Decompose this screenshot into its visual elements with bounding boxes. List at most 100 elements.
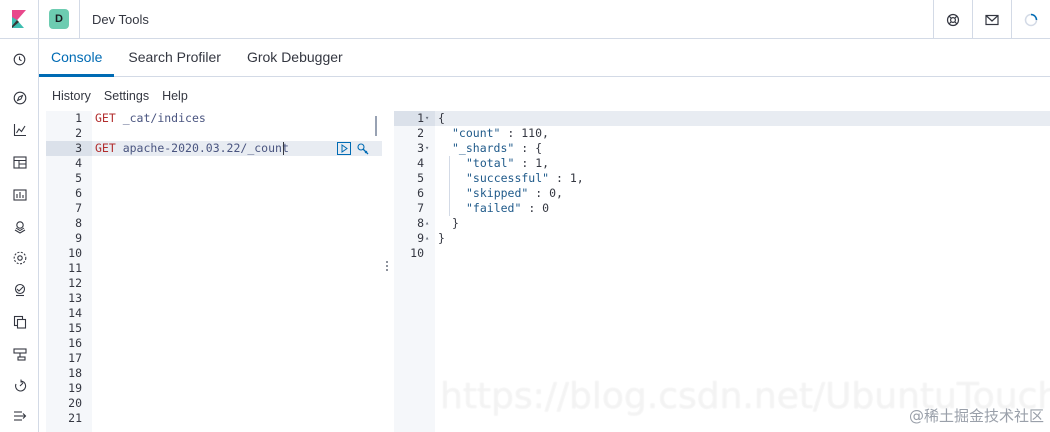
request-path: apache-2020.03.22/_count — [115, 141, 289, 155]
output-line: } — [452, 216, 459, 230]
send-request-button[interactable] — [335, 141, 352, 156]
line-number: 12 — [68, 276, 82, 290]
help-link[interactable]: Help — [162, 89, 188, 103]
output-line-number: 6 — [417, 186, 424, 200]
console-menu: History Settings Help — [52, 89, 188, 103]
fold-toggle-icon[interactable]: ▾ — [425, 141, 433, 156]
output-line: "skipped" : 0, — [466, 186, 563, 201]
editor-scrollbar[interactable] — [375, 116, 377, 136]
output-line-number: 4 — [417, 156, 424, 170]
output-line-number: 1 — [417, 111, 424, 125]
indent-guide — [449, 156, 450, 216]
line-number: 15 — [68, 321, 82, 335]
output-line: "_shards" : { — [452, 141, 542, 156]
line-number: 18 — [68, 366, 82, 380]
request-actions — [335, 141, 371, 156]
line-number: 5 — [75, 171, 82, 185]
infra-icon — [14, 283, 25, 297]
output-line: { — [438, 111, 445, 125]
line-number: 4 — [75, 156, 82, 170]
request-line-1[interactable]: GET _cat/indices — [95, 111, 206, 126]
nav-collapse[interactable] — [0, 405, 39, 427]
pane-resizer[interactable] — [382, 111, 394, 432]
nav-logs[interactable] — [0, 311, 39, 333]
header-divider — [79, 0, 80, 39]
request-line-3[interactable]: GET apache-2020.03.22/_count — [95, 141, 289, 156]
json-value: : 0 — [521, 201, 550, 215]
json-key: "count" — [452, 126, 501, 140]
tab-grok-debugger[interactable]: Grok Debugger — [235, 38, 355, 76]
request-path: _cat/indices — [115, 111, 206, 125]
line-number: 2 — [75, 126, 82, 140]
wrench-icon — [356, 142, 368, 154]
output-line-number: 10 — [410, 246, 424, 260]
uptime-icon — [12, 347, 27, 361]
output-active-line — [394, 111, 1050, 126]
help-button[interactable] — [933, 0, 972, 39]
line-number: 16 — [68, 336, 82, 350]
tab-console[interactable]: Console — [39, 38, 115, 77]
output-line: "successful" : 1, — [466, 171, 584, 186]
ml-icon — [13, 251, 26, 265]
nav-dashboard[interactable] — [0, 151, 39, 173]
dashboard-icon — [12, 155, 27, 169]
clock-icon — [13, 53, 26, 65]
nav-maps[interactable] — [0, 216, 39, 238]
visualize-icon — [13, 124, 26, 137]
line-number: 9 — [75, 231, 82, 245]
recently-viewed-button[interactable] — [0, 48, 39, 70]
json-value: : 0, — [528, 186, 563, 200]
nav-visualize[interactable] — [0, 119, 39, 141]
line-number: 3 — [75, 141, 82, 155]
line-number: 17 — [68, 351, 82, 365]
nav-uptime[interactable] — [0, 343, 39, 365]
json-key: "_shards" — [452, 141, 515, 155]
output-line-number: 3 — [417, 141, 424, 155]
fold-toggle-icon[interactable]: ▴ — [425, 216, 433, 231]
line-number: 10 — [68, 246, 82, 260]
loading-spinner-icon — [1024, 13, 1038, 26]
nav-machine-learning[interactable] — [0, 247, 39, 269]
watermark-site: @稀土掘金技术社区 — [908, 407, 1044, 425]
play-icon — [336, 142, 351, 155]
json-key: "total" — [466, 156, 515, 170]
request-options-button[interactable] — [354, 141, 371, 156]
settings-link[interactable]: Settings — [104, 89, 149, 103]
output-line: "total" : 1, — [466, 156, 549, 171]
nav-discover[interactable] — [0, 87, 39, 109]
output-line-number: 2 — [417, 126, 424, 140]
line-number: 14 — [68, 306, 82, 320]
output-line: } — [438, 231, 445, 245]
help-icon — [946, 13, 960, 26]
request-editor[interactable]: 1 2 3 4 5 6 7 8 9 10 11 12 13 14 15 16 17 18 19 20 21 GET _c… — [46, 111, 382, 432]
line-number: 21 — [68, 411, 82, 425]
loading-indicator — [1011, 0, 1050, 39]
output-line: "failed" : 0 — [466, 201, 549, 216]
tab-search-profiler[interactable]: Search Profiler — [116, 38, 233, 76]
nav-dev-tools[interactable] — [0, 375, 39, 397]
output-line-number: 5 — [417, 171, 424, 185]
side-nav — [0, 39, 39, 432]
newsfeed-button[interactable] — [972, 0, 1011, 39]
fold-toggle-icon[interactable]: ▴ — [425, 231, 433, 246]
text-cursor — [283, 142, 284, 155]
fold-toggle-icon[interactable]: ▾ — [425, 111, 433, 126]
mail-icon — [985, 14, 999, 25]
line-number: 6 — [75, 186, 82, 200]
maps-icon — [14, 221, 25, 234]
kibana-logo-icon — [12, 10, 26, 28]
line-number: 13 — [68, 291, 82, 305]
kibana-logo[interactable] — [0, 0, 39, 39]
json-value: : 1, — [549, 171, 584, 185]
canvas-icon — [12, 189, 27, 201]
nav-infrastructure[interactable] — [0, 279, 39, 301]
history-link[interactable]: History — [52, 89, 91, 103]
compass-icon — [13, 91, 26, 105]
json-value: : 1, — [514, 156, 550, 170]
line-number: 1 — [75, 111, 82, 125]
nav-canvas[interactable] — [0, 184, 39, 206]
json-key: "skipped" — [466, 186, 529, 200]
json-key: "failed" — [466, 201, 522, 215]
output-line: "count" : 110, — [452, 126, 549, 141]
space-avatar[interactable]: D — [49, 9, 69, 29]
